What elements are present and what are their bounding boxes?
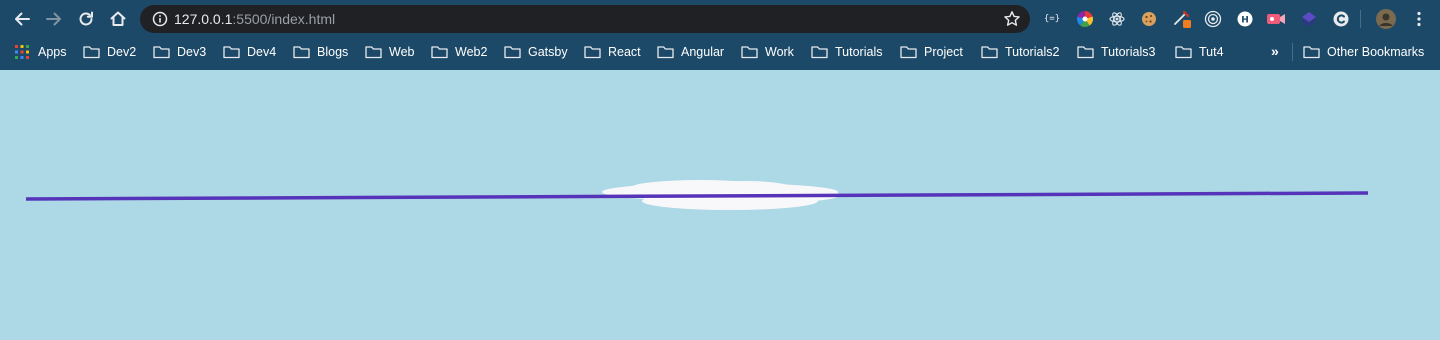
bookmark-label: Tut4 (1199, 45, 1224, 59)
folder-icon (1175, 46, 1192, 59)
bookmark-label: React (608, 45, 641, 59)
folder-icon (900, 46, 917, 59)
extension-c-icon[interactable] (1331, 9, 1351, 29)
layers-extension-icon[interactable] (1299, 9, 1319, 29)
bookmark-label: Tutorials (835, 45, 883, 59)
eyedropper-extension-icon[interactable] (1172, 9, 1192, 29)
page-viewport (0, 70, 1440, 340)
bookmarks-divider (1292, 43, 1293, 61)
svg-text:H: H (1241, 16, 1249, 26)
profile-avatar[interactable] (1375, 8, 1397, 30)
bookmark-label: Other Bookmarks (1327, 45, 1425, 59)
bookmark-label: Tutorials2 (1005, 45, 1060, 59)
react-devtools-icon[interactable] (1107, 9, 1127, 29)
toolbar-divider (1360, 10, 1361, 28)
bookmark-label: Project (924, 45, 963, 59)
more-bookmarks-button[interactable]: » (1271, 43, 1279, 59)
bookmark-folder-dev2[interactable]: Dev2 (83, 42, 136, 62)
folder-icon (223, 46, 240, 59)
color-wheel-extension-icon[interactable] (1075, 9, 1095, 29)
bookmark-label: Tutorials3 (1101, 45, 1156, 59)
headings-extension-icon[interactable]: H (1235, 9, 1255, 29)
browser-toolbar: 127.0.0.1:5500/index.html {=} H (0, 0, 1440, 38)
folder-icon (1077, 46, 1094, 59)
folder-icon (153, 46, 170, 59)
forward-button[interactable] (43, 8, 65, 30)
bookmark-folder-tutorials[interactable]: Tutorials (811, 42, 882, 62)
other-bookmarks-folder[interactable]: Other Bookmarks (1303, 42, 1424, 62)
folder-icon (584, 46, 601, 59)
bookmark-folder-dev4[interactable]: Dev4 (223, 42, 276, 62)
address-bar[interactable]: 127.0.0.1:5500/index.html (140, 5, 1030, 33)
bookmark-label: Web (389, 45, 415, 59)
bookmark-label: Angular (681, 45, 725, 59)
bookmark-folder-blogs[interactable]: Blogs (293, 42, 348, 62)
cookie-extension-icon[interactable] (1139, 9, 1159, 29)
bookmark-label: Dev3 (177, 45, 207, 59)
folder-icon (657, 46, 674, 59)
target-extension-icon[interactable] (1203, 9, 1223, 29)
folder-icon (293, 46, 310, 59)
back-button[interactable] (11, 8, 33, 30)
forward-arrow-icon (46, 12, 61, 26)
bookmarks-bar: Apps Dev2 Dev3 Dev4 Blogs Web Web2 Gatsb… (0, 38, 1440, 66)
bookmark-apps[interactable]: Apps (15, 42, 67, 62)
folder-icon (811, 46, 828, 59)
folder-icon (431, 46, 448, 59)
bookmark-folder-angular[interactable]: Angular (657, 42, 724, 62)
bookmark-label: Dev4 (247, 45, 277, 59)
bookmark-folder-tutorials2[interactable]: Tutorials2 (981, 42, 1059, 62)
home-button[interactable] (107, 8, 129, 30)
bookmark-folder-project[interactable]: Project (900, 42, 963, 62)
folder-icon (741, 46, 758, 59)
bookmark-folder-web[interactable]: Web (365, 42, 414, 62)
sky-scene (0, 70, 1440, 340)
back-arrow-icon (15, 12, 30, 26)
bookmark-folder-web2[interactable]: Web2 (431, 42, 487, 62)
browser-menu-button[interactable] (1409, 9, 1429, 29)
folder-icon (1303, 46, 1320, 59)
bookmark-folder-work[interactable]: Work (741, 42, 794, 62)
bookmark-label: Web2 (455, 45, 488, 59)
video-extension-icon[interactable] (1266, 9, 1286, 29)
folder-icon (365, 46, 382, 59)
kebab-menu-icon (1417, 11, 1421, 27)
home-icon (110, 11, 126, 26)
bookmark-label: Gatsby (528, 45, 568, 59)
folder-icon (83, 46, 100, 59)
bookmark-folder-dev3[interactable]: Dev3 (153, 42, 206, 62)
apps-grid-icon (15, 45, 29, 59)
json-extension-icon[interactable]: {=} (1042, 9, 1062, 29)
url-path: :5500/index.html (232, 11, 336, 27)
bookmark-folder-gatsby[interactable]: Gatsby (504, 42, 568, 62)
bookmark-star-icon[interactable] (1003, 10, 1021, 28)
reload-icon (79, 11, 93, 26)
bookmark-label: Work (765, 45, 794, 59)
bookmark-label: Apps (38, 45, 67, 59)
folder-icon (981, 46, 998, 59)
bookmark-label: Blogs (317, 45, 349, 59)
bookmark-folder-tutorials3[interactable]: Tutorials3 (1077, 42, 1155, 62)
url-text[interactable]: 127.0.0.1:5500/index.html (174, 11, 335, 27)
bookmark-folder-tut4[interactable]: Tut4 (1175, 42, 1224, 62)
reload-button[interactable] (75, 8, 97, 30)
bookmark-folder-react[interactable]: React (584, 42, 641, 62)
browser-chrome: 127.0.0.1:5500/index.html {=} H Apps Dev… (0, 0, 1440, 70)
info-icon[interactable] (152, 11, 168, 27)
url-host: 127.0.0.1 (174, 11, 233, 27)
folder-icon (504, 46, 521, 59)
bookmark-label: Dev2 (107, 45, 137, 59)
